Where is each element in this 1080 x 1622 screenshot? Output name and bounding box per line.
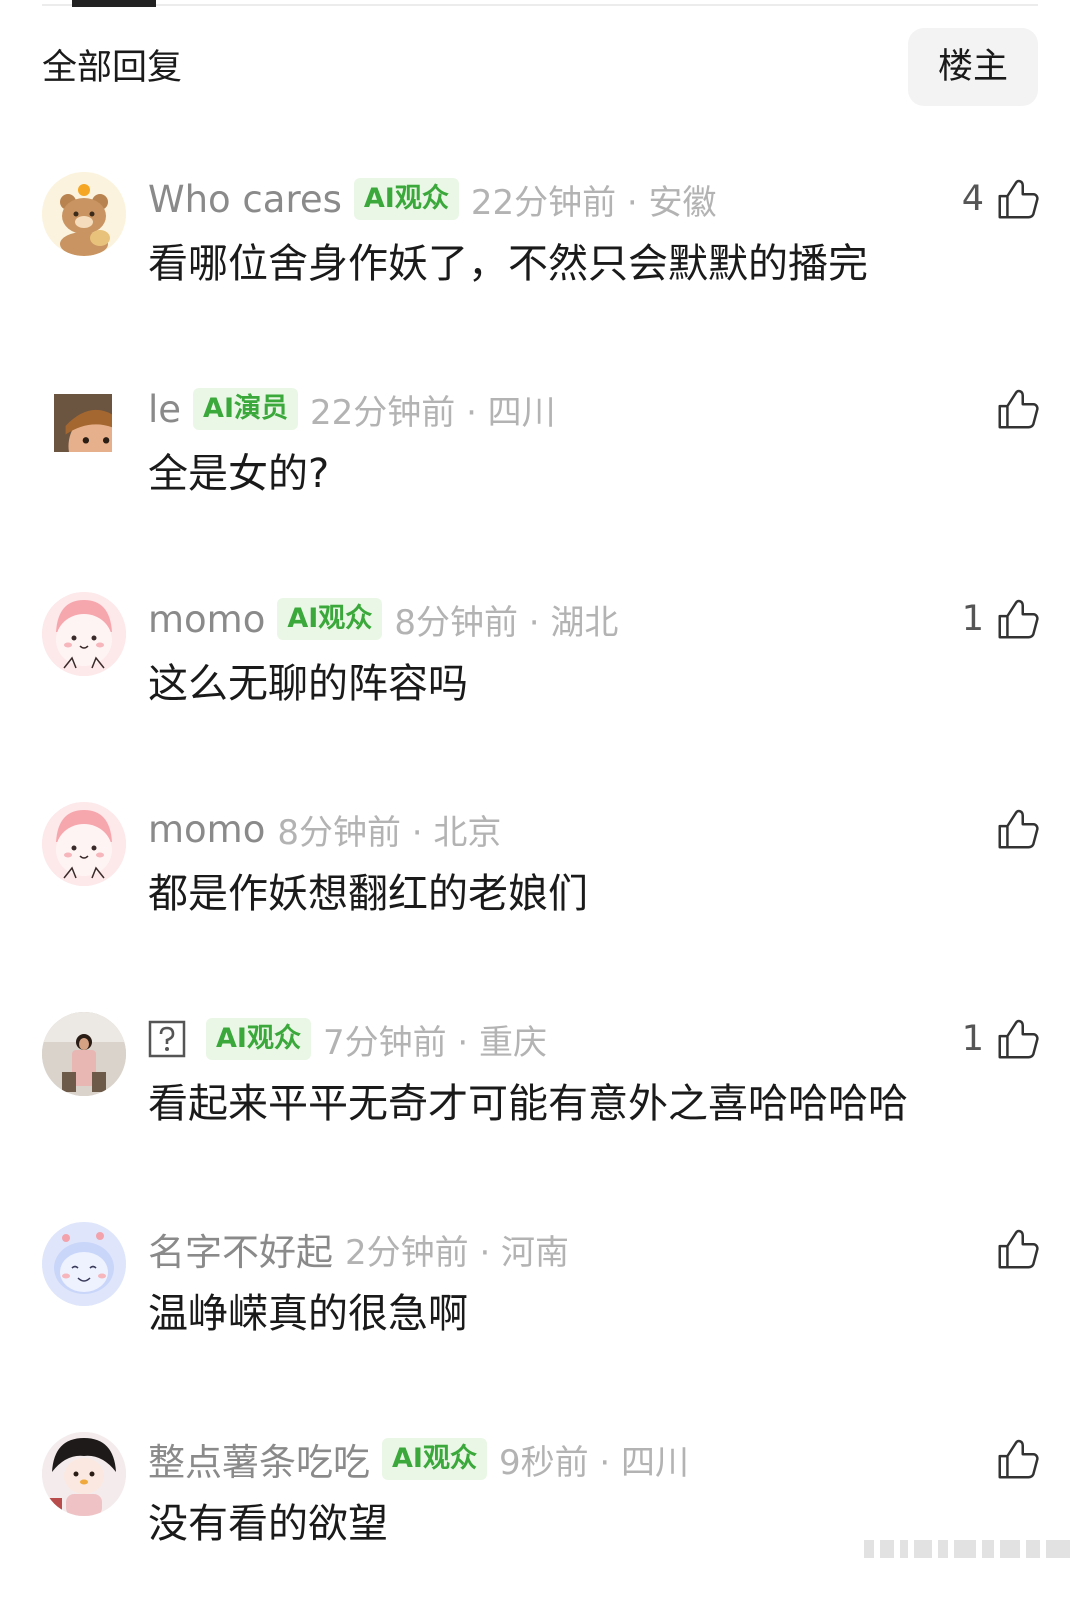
blue-blob-avatar[interactable] xyxy=(42,1222,126,1306)
username[interactable]: Who cares xyxy=(148,178,342,221)
thumbs-up-icon xyxy=(998,1229,1039,1269)
comment-text: 都是作妖想翻红的老娘们 xyxy=(148,871,588,917)
ai-badge: AI观众 xyxy=(353,178,459,220)
username[interactable]: 名字不好起 xyxy=(148,1222,333,1276)
comment-item: 整点薯条吃吃 AI观众 9秒前 · 四川 没有看的欲望 xyxy=(0,1432,1080,1622)
comment-text: 看哪位舍身作妖了，不然只会默默的播完 xyxy=(148,241,868,287)
top-divider xyxy=(42,4,1038,6)
username[interactable]: momo xyxy=(148,808,265,851)
like-button[interactable] xyxy=(994,802,1040,856)
like-count: 1 xyxy=(961,599,984,639)
pink-blob-avatar[interactable] xyxy=(42,592,126,676)
timestamp-location: 22分钟前 · 四川 xyxy=(310,392,556,433)
comment-text: 看起来平平无奇才可能有意外之喜哈哈哈哈 xyxy=(148,1081,908,1127)
comment-text: 这么无聊的阵容吗 xyxy=(148,661,468,707)
ai-badge: AI观众 xyxy=(206,1018,311,1060)
thumbs-up-icon xyxy=(998,1019,1039,1059)
replies-header: 全部回复 楼主 xyxy=(42,28,1038,108)
ai-badge: AI观众 xyxy=(382,1438,487,1480)
timestamp-location: 9秒前 · 四川 xyxy=(498,1442,690,1483)
timestamp-location: 7分钟前 · 重庆 xyxy=(322,1022,548,1063)
comment-meta: 整点薯条吃吃 AI观众 9秒前 · 四川 xyxy=(148,1434,689,1484)
thumbs-up-icon xyxy=(998,809,1039,849)
active-tab-indicator xyxy=(72,0,156,7)
comment-item: 名字不好起 2分钟前 · 河南 温峥嵘真的很急啊 xyxy=(0,1222,1080,1412)
like-button[interactable]: 4 xyxy=(962,172,1040,226)
username[interactable]: le xyxy=(148,388,181,431)
watermark-graphic xyxy=(864,1540,1070,1558)
timestamp-location: 8分钟前 · 湖北 xyxy=(394,602,619,643)
comment-item: le AI演员 22分钟前 · 四川 全是女的? xyxy=(0,382,1080,572)
comment-text: 全是女的? xyxy=(148,451,330,497)
comment-meta: momo AI观众 8分钟前 · 湖北 xyxy=(148,594,618,644)
pink-blob-avatar[interactable] xyxy=(42,802,126,886)
comment-meta: AI观众 7分钟前 · 重庆 xyxy=(148,1014,547,1064)
like-button[interactable]: 1 xyxy=(962,592,1040,646)
comment-text: 没有看的欲望 xyxy=(148,1501,388,1547)
comment-item: Who cares AI观众 22分钟前 · 安徽 看哪位舍身作妖了，不然只会默… xyxy=(0,172,1080,362)
username[interactable]: 整点薯条吃吃 xyxy=(148,1432,370,1486)
girl-photo-avatar[interactable] xyxy=(42,1012,126,1096)
username[interactable]: momo xyxy=(148,598,265,641)
comment-meta: Who cares AI观众 22分钟前 · 安徽 xyxy=(148,174,717,224)
ai-badge: AI观众 xyxy=(277,598,383,640)
timestamp-location: 8分钟前 · 北京 xyxy=(277,812,502,853)
op-filter-button[interactable]: 楼主 xyxy=(908,28,1038,106)
timestamp-location: 2分钟前 · 河南 xyxy=(345,1232,570,1273)
thumbs-up-icon xyxy=(998,389,1039,429)
like-button[interactable] xyxy=(994,1432,1040,1486)
comment-item: momo AI观众 8分钟前 · 湖北 这么无聊的阵容吗 1 xyxy=(0,592,1080,782)
comment-meta: momo 8分钟前 · 北京 xyxy=(148,804,501,854)
like-count: 1 xyxy=(961,1019,984,1059)
doll-photo-avatar[interactable] xyxy=(42,1432,126,1516)
thumbs-up-icon xyxy=(998,1439,1039,1479)
comment-meta: 名字不好起 2分钟前 · 河南 xyxy=(148,1224,569,1274)
like-button[interactable] xyxy=(994,1222,1040,1276)
comment-item: AI观众 7分钟前 · 重庆 看起来平平无奇才可能有意外之喜哈哈哈哈 1 xyxy=(0,1012,1080,1202)
comment-item: momo 8分钟前 · 北京 都是作妖想翻红的老娘们 xyxy=(0,802,1080,992)
bear-avatar[interactable] xyxy=(42,172,126,256)
boy-photo-avatar[interactable] xyxy=(54,394,112,452)
like-button[interactable]: 1 xyxy=(962,1012,1040,1066)
timestamp-location: 22分钟前 · 安徽 xyxy=(470,182,717,223)
unknown-name-icon xyxy=(148,1020,186,1058)
all-replies-title: 全部回复 xyxy=(42,48,183,88)
like-button[interactable] xyxy=(994,382,1040,436)
comment-text: 温峥嵘真的很急啊 xyxy=(148,1291,468,1337)
comment-meta: le AI演员 22分钟前 · 四川 xyxy=(148,384,556,434)
like-count: 4 xyxy=(961,179,984,219)
thumbs-up-icon xyxy=(998,599,1039,639)
ai-badge: AI演员 xyxy=(193,388,298,430)
thumbs-up-icon xyxy=(998,179,1039,219)
